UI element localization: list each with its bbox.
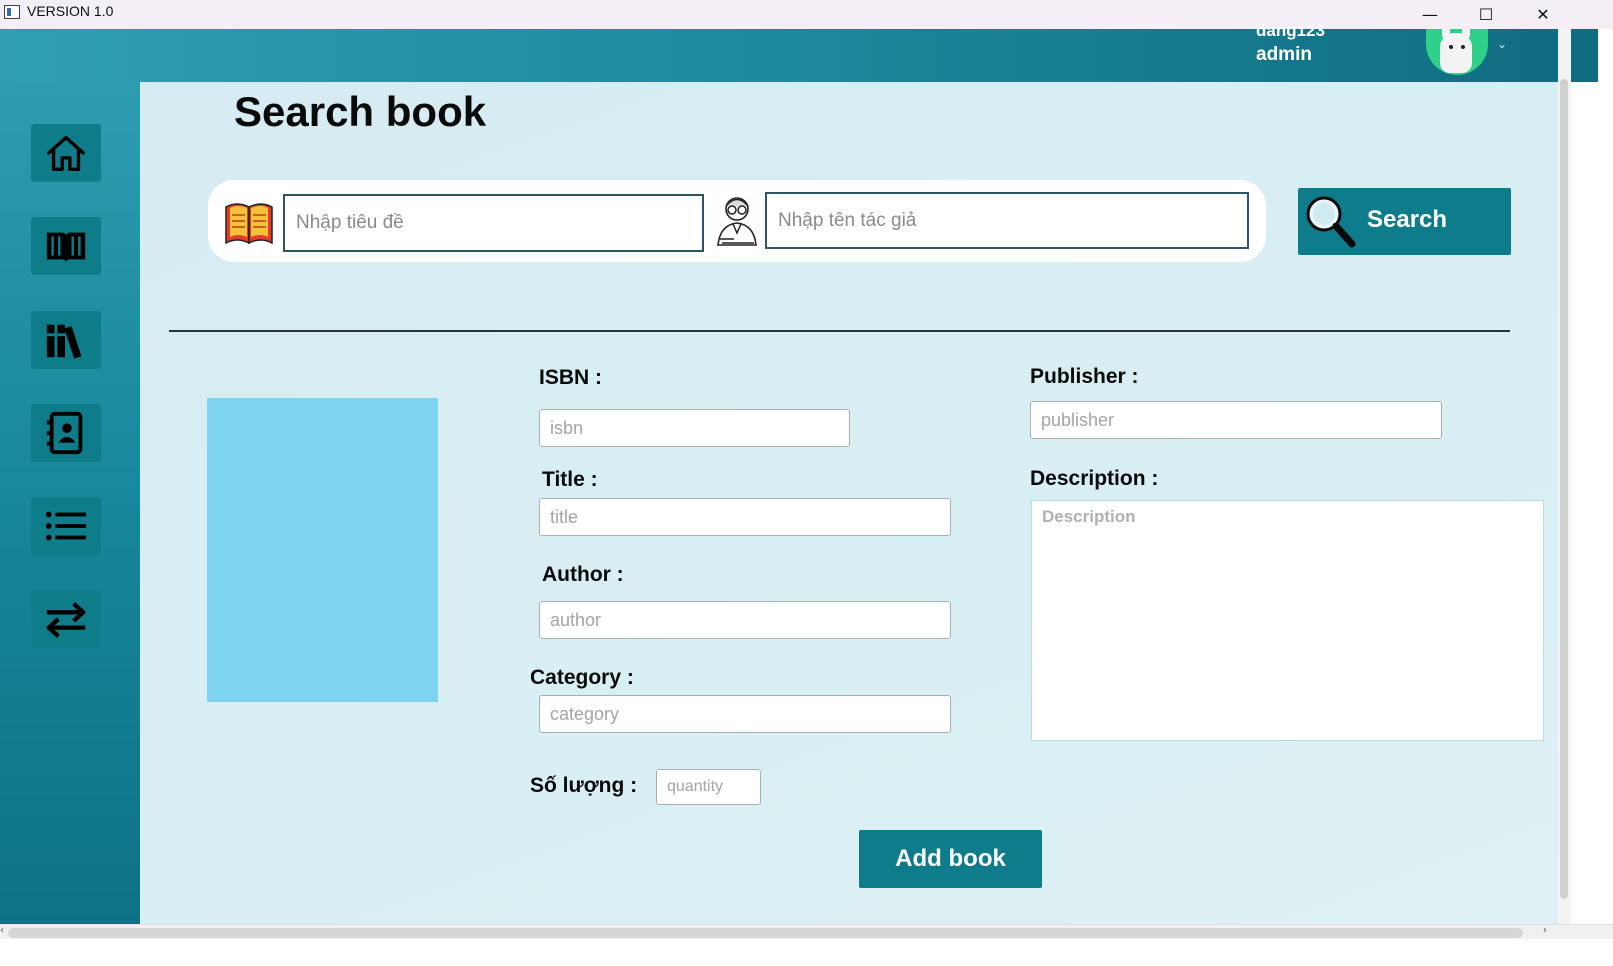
window-titlebar: VERSION 1.0 — ☐ ✕ xyxy=(0,0,1613,29)
sidebar-item-books[interactable] xyxy=(31,217,101,275)
close-button[interactable]: ✕ xyxy=(1520,0,1566,29)
sidebar-item-library[interactable] xyxy=(31,311,101,369)
search-author-input[interactable] xyxy=(765,192,1249,249)
title-label: Title : xyxy=(542,468,598,491)
transfer-arrows-icon xyxy=(46,602,86,638)
category-field[interactable] xyxy=(539,695,951,733)
chevron-down-icon[interactable]: ⌄ xyxy=(1497,37,1507,51)
home-icon xyxy=(47,135,85,171)
maximize-button[interactable]: ☐ xyxy=(1463,0,1509,29)
horizontal-scrollbar-thumb[interactable] xyxy=(8,928,1523,938)
category-label: Category : xyxy=(530,666,634,689)
title-field[interactable] xyxy=(539,498,951,536)
description-field[interactable] xyxy=(1031,500,1544,741)
list-icon xyxy=(45,511,87,541)
contact-book-icon xyxy=(46,411,83,455)
scroll-left-icon[interactable]: ‹ xyxy=(0,925,8,940)
author-person-icon xyxy=(717,197,757,246)
search-title-input[interactable] xyxy=(283,194,704,252)
publisher-field[interactable] xyxy=(1030,401,1442,439)
book-icon xyxy=(46,232,86,264)
isbn-label: ISBN : xyxy=(539,366,602,389)
window-bottom-edge xyxy=(0,939,1613,966)
page-title: Search book xyxy=(234,88,487,135)
isbn-field[interactable] xyxy=(539,409,850,447)
book-cover-placeholder[interactable] xyxy=(207,398,438,702)
sidebar-item-contacts[interactable] xyxy=(31,404,101,462)
sidebar-item-list[interactable] xyxy=(31,497,101,555)
minimize-button[interactable]: — xyxy=(1407,0,1453,29)
author-field[interactable] xyxy=(539,601,951,639)
horizontal-scrollbar[interactable]: ‹ › xyxy=(0,924,1613,939)
sidebar-item-transfer[interactable] xyxy=(31,590,101,648)
sidebar-item-home[interactable] xyxy=(31,124,101,182)
publisher-label: Publisher : xyxy=(1030,365,1139,388)
app-icon xyxy=(4,5,20,19)
search-button-label: Search xyxy=(1367,206,1448,233)
app-header xyxy=(0,29,1598,82)
quantity-label: Số lượng : xyxy=(530,774,638,797)
search-button[interactable]: Search xyxy=(1298,188,1511,255)
window-title: VERSION 1.0 xyxy=(27,3,114,19)
user-role: admin xyxy=(1256,44,1312,65)
add-book-button[interactable]: Add book xyxy=(859,830,1042,888)
quantity-field[interactable] xyxy=(656,769,761,805)
open-book-icon xyxy=(225,203,273,245)
author-label: Author : xyxy=(542,563,624,586)
magnifier-icon xyxy=(1306,196,1356,248)
scroll-right-icon[interactable]: › xyxy=(1543,925,1553,940)
vertical-scrollbar[interactable] xyxy=(1558,29,1571,924)
description-label: Description : xyxy=(1030,467,1159,490)
vertical-scrollbar-thumb[interactable] xyxy=(1560,79,1568,899)
divider xyxy=(169,330,1510,332)
user-name: dang123 xyxy=(1256,21,1325,40)
library-shelf-icon xyxy=(46,324,82,359)
